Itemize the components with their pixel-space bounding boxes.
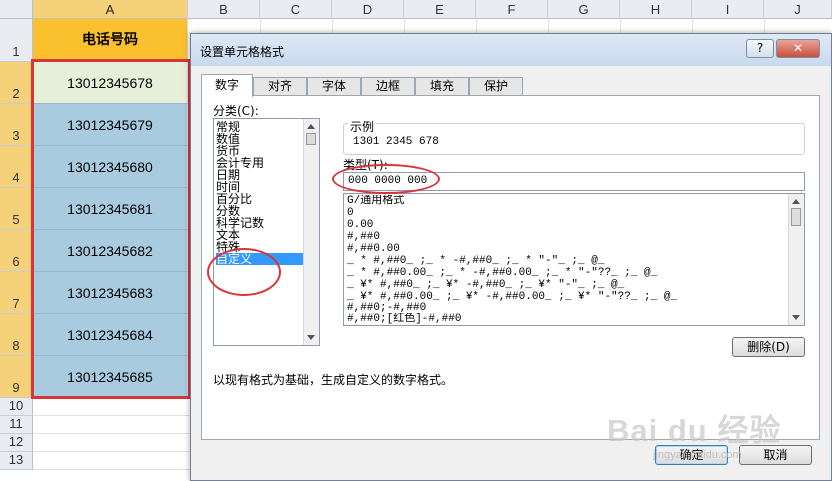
row-header-4[interactable]: 4 [0, 146, 33, 188]
column-header-c[interactable]: C [260, 0, 332, 19]
type-label: 类型(T): [343, 158, 388, 172]
custom-format-description: 以现有格式为基础，生成自定义的数字格式。 [213, 373, 454, 387]
row-header-5[interactable]: 5 [0, 188, 33, 230]
category-scrollbar[interactable] [303, 119, 319, 345]
table-cell[interactable]: 13012345682 [33, 230, 188, 272]
column-header-j[interactable]: J [764, 0, 832, 19]
format-item[interactable]: #,##0 [347, 231, 786, 243]
format-item[interactable]: 0 [347, 207, 786, 219]
scroll-down-icon[interactable] [792, 315, 800, 320]
scroll-thumb[interactable] [306, 133, 316, 145]
row-header-9[interactable]: 9 [0, 356, 33, 398]
column-header-f[interactable]: F [476, 0, 548, 19]
category-item[interactable]: 时间 [216, 181, 303, 193]
help-button[interactable]: ? [746, 39, 774, 58]
column-header-d[interactable]: D [332, 0, 404, 19]
tab-number[interactable]: 数字 [201, 74, 253, 97]
table-cell[interactable]: 13012345683 [33, 272, 188, 314]
format-item[interactable]: 0.00 [347, 219, 786, 231]
tab-fill[interactable]: 填充 [415, 77, 469, 96]
format-item[interactable]: _ ¥* #,##0_ ;_ ¥* -#,##0_ ;_ ¥* "-"_ ;_ … [347, 279, 786, 291]
select-all-corner[interactable] [0, 0, 33, 19]
row-header-1[interactable]: 1 [0, 19, 33, 62]
close-button[interactable]: ✕ [776, 39, 820, 58]
sample-label: 示例 [348, 118, 377, 135]
row-header-2[interactable]: 2 [0, 62, 33, 104]
category-item[interactable]: 货币 [216, 145, 303, 157]
column-header-b[interactable]: B [188, 0, 260, 19]
format-item[interactable]: _ * #,##0_ ;_ * -#,##0_ ;_ * "-"_ ;_ @_ [347, 255, 786, 267]
watermark-url: jingyan.baidu.com [653, 449, 742, 461]
format-list[interactable]: G/通用格式 0 0.00 #,##0 #,##0.00 _ * #,##0_ … [343, 193, 805, 326]
category-item[interactable]: 日期 [216, 169, 303, 181]
row-header-11[interactable]: 11 [0, 416, 33, 434]
column-header-g[interactable]: G [548, 0, 620, 19]
format-item[interactable]: _ * #,##0.00_ ;_ * -#,##0.00_ ;_ * "-"??… [347, 267, 786, 279]
category-item[interactable]: 特殊 [216, 241, 303, 253]
format-item[interactable]: G/通用格式 [347, 195, 786, 207]
category-item-custom[interactable]: 自定义 [216, 253, 303, 265]
scroll-up-icon[interactable] [307, 124, 315, 129]
tab-font[interactable]: 字体 [307, 77, 361, 96]
table-cell[interactable]: 13012345681 [33, 188, 188, 230]
table-cell[interactable]: 13012345680 [33, 146, 188, 188]
category-item[interactable]: 文本 [216, 229, 303, 241]
row-header-12[interactable]: 12 [0, 434, 33, 452]
category-label: 分类(C): [213, 104, 259, 118]
format-item[interactable]: #,##0;[红色]-#,##0 [347, 313, 786, 325]
delete-button[interactable]: 删除(D) [732, 337, 805, 357]
table-cell[interactable]: 13012345685 [33, 356, 188, 398]
column-header-i[interactable]: I [692, 0, 764, 19]
table-cell[interactable]: 13012345678 [33, 62, 188, 104]
category-list[interactable]: 常规 数值 货币 会计专用 日期 时间 百分比 分数 科学记数 文本 特殊 自定… [213, 118, 320, 346]
header-cell-phone[interactable]: 电话号码 [33, 19, 188, 62]
row-header-13[interactable]: 13 [0, 452, 33, 470]
tab-alignment[interactable]: 对齐 [253, 77, 307, 96]
baidu-logo: Bai du 经验 [607, 413, 782, 448]
table-cell[interactable]: 13012345679 [33, 104, 188, 146]
scroll-down-icon[interactable] [307, 335, 315, 340]
column-header-a[interactable]: A [33, 0, 188, 19]
row-header-3[interactable]: 3 [0, 104, 33, 146]
row-header-6[interactable]: 6 [0, 230, 33, 272]
format-item[interactable]: #,##0.00 [347, 243, 786, 255]
format-scrollbar[interactable] [788, 194, 804, 325]
table-cell[interactable]: 13012345684 [33, 314, 188, 356]
column-header-h[interactable]: H [620, 0, 692, 19]
scroll-thumb[interactable] [791, 208, 801, 226]
row-header-10[interactable]: 10 [0, 398, 33, 416]
tab-border[interactable]: 边框 [361, 77, 415, 96]
scroll-up-icon[interactable] [792, 199, 800, 204]
category-item[interactable]: 数值 [216, 133, 303, 145]
category-item[interactable]: 常规 [216, 121, 303, 133]
dialog-titlebar[interactable]: 设置单元格格式 ? ✕ [191, 34, 831, 66]
category-item[interactable]: 会计专用 [216, 157, 303, 169]
tab-protection[interactable]: 保护 [469, 77, 523, 96]
row-header-7[interactable]: 7 [0, 272, 33, 314]
column-header-e[interactable]: E [404, 0, 476, 19]
row-header-8[interactable]: 8 [0, 314, 33, 356]
sample-value: 1301 2345 678 [353, 136, 439, 148]
category-item[interactable]: 科学记数 [216, 217, 303, 229]
dialog-title: 设置单元格格式 [200, 45, 285, 59]
type-input[interactable]: 000 0000 000 [343, 172, 805, 191]
category-item[interactable]: 百分比 [216, 193, 303, 205]
category-item[interactable]: 分数 [216, 205, 303, 217]
